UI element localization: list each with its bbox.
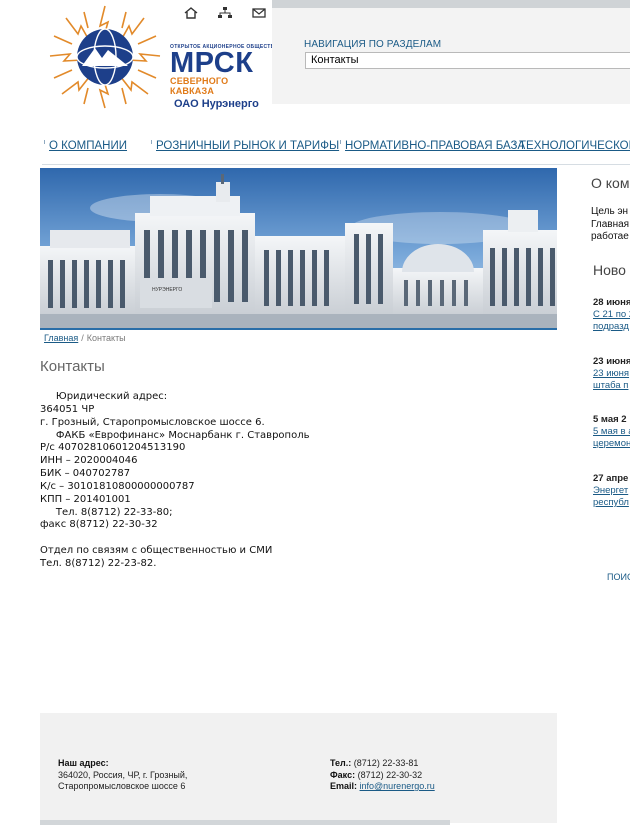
- content-line: ИНН – 2020004046: [40, 455, 138, 467]
- content-line: факс 8(8712) 22-30-32: [40, 519, 158, 531]
- section-navigation-panel: НАВИГАЦИЯ ПО РАЗДЕЛАМ Контакты: [272, 0, 630, 104]
- content-line: Тел. 8(8712) 22-23-82.: [40, 557, 157, 569]
- footer: Наш адрес: 364020, Россия, ЧР, г. Грозны…: [40, 713, 557, 823]
- news-date: 28 июня: [593, 297, 630, 308]
- footer-address-line: Старопромысловское шоссе 6: [58, 781, 186, 791]
- logo-region: Северного Кавказа: [170, 76, 229, 96]
- page-title: Контакты: [40, 358, 105, 375]
- section-select[interactable]: Контакты: [305, 52, 630, 69]
- news-heading: Ново: [593, 262, 626, 278]
- sitemap-icon[interactable]: [217, 5, 233, 19]
- footer-address-line: 364020, Россия, ЧР, г. Грозный,: [58, 769, 188, 780]
- news-link[interactable]: церемон: [593, 438, 630, 450]
- breadcrumb-separator: /: [81, 333, 84, 343]
- menu-item-legal-base[interactable]: НОРМАТИВНО-ПРАВОВАЯ БАЗА: [340, 140, 525, 152]
- about-text: Цель эн Главная работае: [591, 206, 629, 244]
- content-line: ФАКБ «Еврофинанс» Моснарбанк г. Ставропо…: [40, 429, 310, 441]
- content-line: Юридический адрес:: [40, 391, 168, 402]
- header-banner-image: НУРЭНЕРГО: [40, 168, 557, 330]
- menu-item-tech-connection[interactable]: ТЕХНОЛОГИЧЕСКОЕ П: [514, 140, 630, 152]
- news-link[interactable]: штаба п: [593, 380, 630, 392]
- company-emblem-icon: [49, 5, 161, 109]
- about-heading: О ком: [591, 175, 630, 191]
- footer-email-label: Email:: [330, 781, 358, 791]
- main-menu: О КОМПАНИИ РОЗНИЧНЫЙ РЫНОК И ТАРИФЫ НОРМ…: [42, 140, 630, 162]
- about-line: работае: [591, 231, 629, 242]
- news-link[interactable]: С 21 по 2: [593, 309, 630, 321]
- news-item: 28 июня С 21 по 2 подразд: [593, 297, 630, 333]
- footer-tel-label: Тел.:: [330, 758, 352, 768]
- content-line: К/с – 30101810800000000787: [40, 480, 195, 492]
- breadcrumb-current: Контакты: [86, 333, 126, 343]
- footer-fax-label: Факс:: [330, 769, 356, 780]
- news-link[interactable]: 23 июня: [593, 368, 630, 380]
- content-line: 364051 ЧР: [40, 403, 95, 415]
- content-line: КПП – 201401001: [40, 493, 131, 505]
- footer-address-label: Наш адрес:: [58, 758, 109, 768]
- bottom-bar: [40, 820, 450, 825]
- breadcrumb: Главная / Контакты: [44, 333, 126, 343]
- logo-text: Открытое акционерное общество МРСК Север…: [170, 44, 278, 110]
- content-line: Р/с 40702810601204513190: [40, 442, 186, 454]
- banner-sign: НУРЭНЕРГО: [152, 287, 182, 293]
- utility-icons: [183, 5, 267, 19]
- news-date: 27 апре: [593, 473, 629, 484]
- logo-brand: МРСК: [170, 47, 254, 79]
- news-date: 23 июня: [593, 356, 630, 367]
- footer-address: Наш адрес: 364020, Россия, ЧР, г. Грозны…: [58, 758, 187, 793]
- building-illustration: НУРЭНЕРГО: [40, 168, 557, 328]
- menu-divider: [42, 164, 630, 165]
- contact-details: Юридический адрес: 364051 ЧР г. Грозный,…: [40, 391, 500, 571]
- logo-company: ОАО Нурэнерго: [174, 98, 259, 110]
- breadcrumb-home-link[interactable]: Главная: [44, 333, 78, 343]
- about-line: Цель эн: [591, 206, 629, 217]
- content-line: г. Грозный, Старопромысловское шоссе 6.: [40, 416, 265, 428]
- news-item: 23 июня 23 июня штаба п: [593, 356, 630, 392]
- content-line: Тел. 8(8712) 22-33-80;: [40, 506, 173, 518]
- footer-tel-value: (8712) 22-33-81: [353, 758, 419, 768]
- content-line: Отдел по связям с общественностью и СМИ: [40, 545, 273, 557]
- about-line: Главная: [591, 218, 630, 230]
- content-line: [40, 532, 500, 545]
- search-link[interactable]: ПОИС: [607, 572, 630, 582]
- content-line: БИК – 040702787: [40, 468, 131, 480]
- right-column: О ком Цель эн Главная работае Ново 28 ию…: [585, 168, 630, 598]
- news-link[interactable]: 5 мая в а: [593, 426, 630, 438]
- home-icon[interactable]: [183, 5, 199, 19]
- news-item: 27 апре Энергет республ: [593, 473, 629, 509]
- top-bar: [272, 0, 630, 8]
- mail-icon[interactable]: [251, 5, 267, 19]
- news-link[interactable]: Энергет: [593, 485, 629, 497]
- footer-fax-value: (8712) 22-30-32: [357, 769, 423, 780]
- news-item: 5 мая 2 5 мая в а церемон: [593, 414, 630, 450]
- news-link[interactable]: республ: [593, 497, 629, 509]
- footer-email-link[interactable]: info@nurenergo.ru: [360, 781, 435, 791]
- nav-label: НАВИГАЦИЯ ПО РАЗДЕЛАМ: [304, 39, 442, 50]
- menu-item-about[interactable]: О КОМПАНИИ: [44, 140, 127, 152]
- news-date: 5 мая 2: [593, 414, 627, 425]
- menu-item-retail-market[interactable]: РОЗНИЧНЫЙ РЫНОК И ТАРИФЫ: [151, 140, 339, 152]
- news-link[interactable]: подразд: [593, 321, 630, 333]
- footer-contacts: Тел.: (8712) 22-33-81 Факс: (8712) 22-30…: [330, 758, 435, 793]
